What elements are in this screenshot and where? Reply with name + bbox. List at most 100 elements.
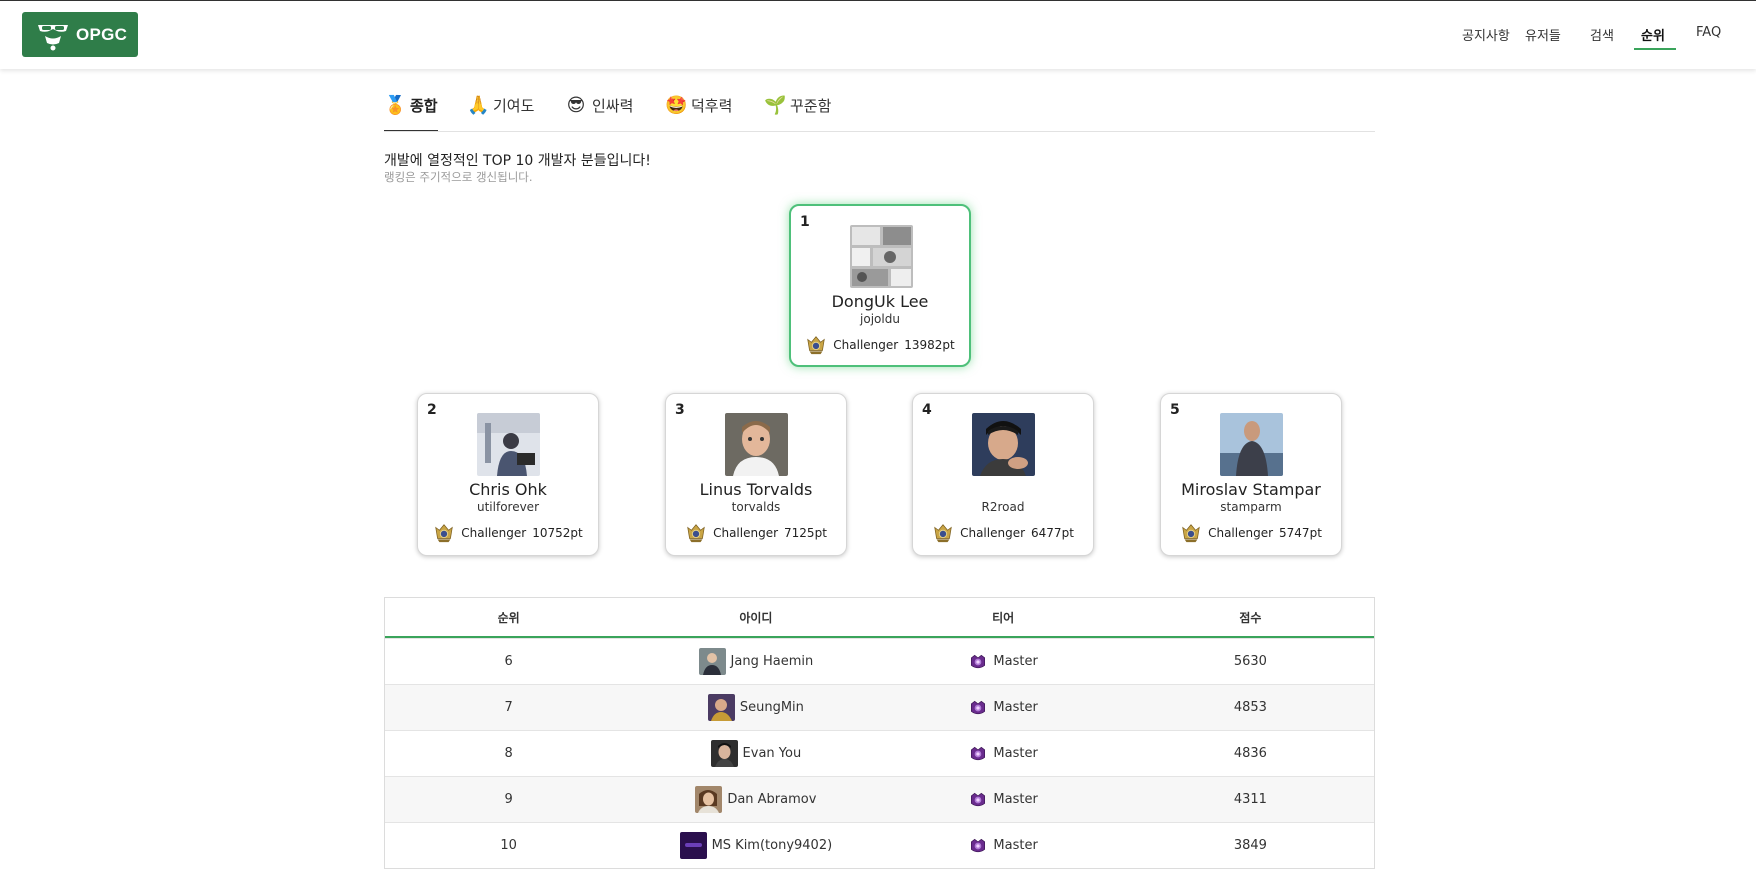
tier-name: Challenger <box>1208 526 1274 540</box>
developer-name: DongUk Lee <box>831 292 929 311</box>
rank-number: 1 <box>800 214 810 230</box>
row-rank: 9 <box>504 792 513 807</box>
avatar <box>695 786 723 813</box>
column-id: 아이디 <box>739 610 773 625</box>
master-emblem-icon <box>968 652 988 672</box>
nav-notice[interactable]: 공지사항 <box>1462 25 1510 44</box>
row-user-name: MS Kim(tony9402) <box>711 838 833 853</box>
tab-enthusiasm[interactable]: 🤩 덕후력 <box>665 92 732 118</box>
tab-contribution-label: 기여도 <box>493 96 535 115</box>
nav-ranking[interactable]: 순위 <box>1641 25 1665 44</box>
nav-faq[interactable]: FAQ <box>1696 25 1721 40</box>
table-row[interactable]: 9 Dan Abramov Master 4311 <box>385 776 1374 822</box>
logo-mascot-icon <box>36 19 70 51</box>
master-emblem-icon <box>968 836 988 856</box>
developer-login: torvalds <box>731 500 781 514</box>
challenger-emblem-icon <box>685 522 707 544</box>
table-row[interactable]: 7 SeungMin Master 4853 <box>385 684 1374 730</box>
tier-row: Challenger 10752pt <box>418 522 598 544</box>
rank-card-2[interactable]: 2 Chris Ohk utilforever Challenger 10752… <box>417 393 599 556</box>
nav-search[interactable]: 검색 <box>1590 25 1614 44</box>
tab-overall-label: 종합 <box>410 96 438 115</box>
tier-row: Challenger 7125pt <box>666 522 846 544</box>
developer-name: Miroslav Stampar <box>1181 480 1321 499</box>
tab-consistency-label: 꾸준함 <box>790 96 832 115</box>
tier-name: Challenger <box>833 338 899 352</box>
row-tier-name: Master <box>993 838 1038 853</box>
rank-card-4[interactable]: 4 R2road Challenger 6477pt <box>912 393 1094 556</box>
table-row[interactable]: 10 MS Kim(tony9402) Master 3849 <box>385 822 1374 868</box>
row-rank: 10 <box>500 838 517 853</box>
rank-number: 5 <box>1170 402 1180 418</box>
rank-number: 2 <box>427 402 437 418</box>
site-header: OPGC 공지사항 유저들 검색 순위 FAQ <box>0 1 1756 69</box>
logo-text: OPGC <box>76 24 128 44</box>
row-rank: 6 <box>504 654 513 669</box>
avatar <box>698 648 726 675</box>
master-emblem-icon <box>968 744 988 764</box>
row-score: 4311 <box>1233 792 1267 807</box>
rank-number: 3 <box>675 402 685 418</box>
master-emblem-icon <box>968 790 988 810</box>
tab-popularity-label: 인싸력 <box>592 96 634 115</box>
avatar <box>710 740 738 767</box>
row-tier-name: Master <box>993 792 1038 807</box>
tier-name: Challenger <box>461 526 527 540</box>
avatar <box>725 413 788 476</box>
row-user-name: Jang Haemin <box>730 654 814 669</box>
score: 7125pt <box>784 526 827 540</box>
tab-consistency[interactable]: 🌱 꾸준함 <box>764 92 831 118</box>
column-rank: 순위 <box>497 610 520 625</box>
rank-number: 4 <box>922 402 932 418</box>
tier-row: Challenger 5747pt <box>1161 522 1341 544</box>
developer-login: jojoldu <box>860 312 900 326</box>
row-user[interactable]: Dan Abramov <box>632 777 879 822</box>
rank-card-5[interactable]: 5 Miroslav Stampar stamparm Challenger 5… <box>1160 393 1342 556</box>
avatar <box>707 694 735 721</box>
nav-users[interactable]: 유저들 <box>1525 25 1561 44</box>
challenger-emblem-icon <box>433 522 455 544</box>
row-rank: 7 <box>504 700 513 715</box>
row-user[interactable]: SeungMin <box>632 685 879 730</box>
ranking-intro-title: 개발에 열정적인 TOP 10 개발자 분들입니다! <box>384 153 651 169</box>
row-user[interactable]: Evan You <box>632 731 879 776</box>
row-rank: 8 <box>504 746 513 761</box>
star-struck-face-icon: 🤩 <box>665 94 688 116</box>
avatar <box>850 225 913 288</box>
table-row[interactable]: 8 Evan You Master 4836 <box>385 730 1374 776</box>
developer-login: utilforever <box>476 500 539 514</box>
table-row[interactable]: 6 Jang Haemin Master 5630 <box>385 638 1374 684</box>
row-score: 3849 <box>1233 838 1267 853</box>
master-emblem-icon <box>968 698 988 718</box>
row-tier: Master <box>880 731 1127 776</box>
row-score: 4853 <box>1233 700 1267 715</box>
developer-login: R2road <box>981 500 1025 514</box>
score: 10752pt <box>532 526 583 540</box>
row-tier: Master <box>880 777 1127 822</box>
tab-enthusiasm-label: 덕후력 <box>691 96 733 115</box>
table-header: 순위 아이디 티어 점수 <box>385 598 1374 638</box>
tab-divider <box>384 131 1375 132</box>
row-tier: Master <box>880 685 1127 730</box>
row-tier: Master <box>880 823 1127 868</box>
tab-popularity[interactable]: 😎 인싸력 <box>566 92 634 118</box>
avatar <box>679 832 707 859</box>
row-user-name: SeungMin <box>739 700 804 715</box>
tab-overall[interactable]: 🏅 종합 <box>384 92 438 118</box>
tier-name: Challenger <box>713 526 779 540</box>
score: 13982pt <box>904 338 955 352</box>
logo-button[interactable]: OPGC <box>22 12 138 57</box>
row-tier-name: Master <box>993 654 1038 669</box>
row-user[interactable]: Jang Haemin <box>632 639 879 684</box>
avatar <box>1220 413 1283 476</box>
tab-contribution[interactable]: 🙏 기여도 <box>467 92 534 118</box>
row-user[interactable]: MS Kim(tony9402) <box>632 823 879 868</box>
sunglasses-face-icon: 😎 <box>566 94 586 116</box>
challenger-emblem-icon <box>1180 522 1202 544</box>
rank-card-1[interactable]: 1 DongUk Lee jojoldu Challenger 13982pt <box>789 204 971 367</box>
ranking-intro-subtitle: 랭킹은 주기적으로 갱신됩니다. <box>384 170 533 184</box>
row-user-name: Dan Abramov <box>727 792 817 807</box>
rank-card-3[interactable]: 3 Linus Torvalds torvalds Challenger 712… <box>665 393 847 556</box>
column-tier: 티어 <box>992 610 1015 625</box>
avatar <box>477 413 540 476</box>
